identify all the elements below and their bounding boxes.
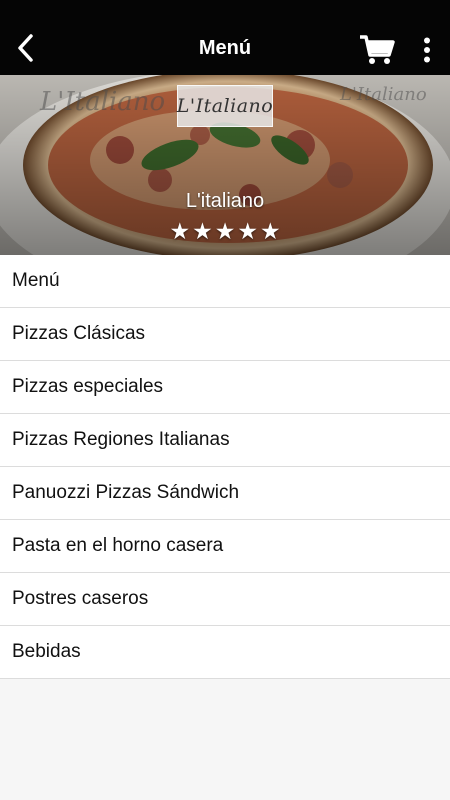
cart-button[interactable] [356, 32, 398, 68]
cart-icon [360, 35, 395, 64]
top-bar: Menú [0, 0, 450, 75]
menu-category-list: Menú Pizzas Clásicas Pizzas especiales Pizz… [0, 255, 450, 679]
restaurant-name: L'italiano [185, 190, 265, 212]
logo-text: L'Italiano [176, 95, 274, 117]
star-icon: ★ [169, 218, 191, 244]
more-options-button[interactable] [414, 34, 440, 66]
menu-category-item[interactable]: Pizzas especiales [0, 361, 450, 414]
menu-category-item[interactable]: Panuozzi Pizzas Sándwich [0, 467, 450, 520]
rating-stars: ★ ★ ★ ★ ★ [0, 218, 450, 244]
menu-category-item[interactable]: Pizzas Clásicas [0, 308, 450, 361]
star-icon: ★ [214, 218, 236, 244]
restaurant-logo: L'Italiano [177, 85, 273, 127]
star-icon: ★ [259, 218, 281, 244]
menu-category-item[interactable]: Bebidas [0, 626, 450, 679]
restaurant-banner: L'Italiano L'Italiano L'Italiano L'itali… [0, 75, 450, 255]
menu-category-item[interactable]: Postres caseros [0, 573, 450, 626]
star-icon: ★ [237, 218, 258, 244]
menu-category-item[interactable]: Menú [0, 255, 450, 308]
more-vertical-icon [424, 37, 430, 63]
menu-category-item[interactable]: Pasta en el horno casera [0, 520, 450, 573]
menu-category-item[interactable]: Pizzas Regiones Italianas [0, 414, 450, 467]
star-icon: ★ [192, 218, 213, 244]
